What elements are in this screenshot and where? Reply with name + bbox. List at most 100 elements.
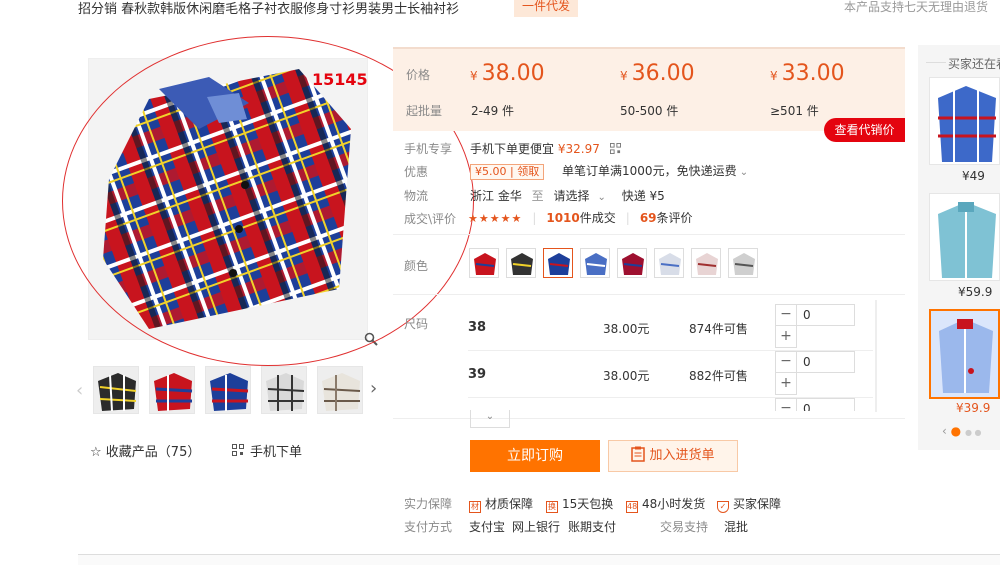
product-code-label: 15145	[312, 70, 368, 89]
divider	[393, 234, 905, 235]
product-title: 招分销 春秋款韩版休闲磨毛格子衬衣服修身寸衫男装男士长袖衬衫	[78, 2, 460, 17]
exchange-icon: 换	[546, 501, 558, 513]
size-stock: 882件可售	[689, 369, 748, 383]
shipping-icon: 48	[626, 501, 638, 513]
color-swatch-1[interactable]	[469, 248, 499, 278]
recommend-item-1[interactable]	[929, 77, 1000, 165]
mobile-order-label: 手机下单	[250, 445, 303, 460]
logistics-value: 浙江 金华 至 请选择 ⌄ 快递 ¥5	[470, 189, 665, 203]
thumbnail-3[interactable]	[205, 366, 251, 414]
mobile-exclusive-label: 手机专享	[404, 142, 453, 156]
dropship-price-button[interactable]: 查看代销价	[824, 118, 905, 142]
price-tier-1: ¥38.00	[470, 61, 545, 86]
divider	[926, 62, 946, 63]
guarantee-shipping[interactable]: 48 48小时发货	[626, 495, 705, 513]
pay-online-bank: 网上银行	[512, 520, 561, 534]
quantity-input[interactable]: 0	[797, 304, 855, 326]
size-price: 38.00元	[603, 369, 650, 383]
pay-alipay: 支付宝	[469, 520, 506, 534]
thumbnail-1[interactable]	[93, 366, 139, 414]
promo-label: 优惠	[404, 165, 429, 179]
tier-2-range: 50-500 件	[620, 104, 679, 118]
favorite-label: 收藏产品（75）	[105, 445, 201, 460]
size-name: 39	[468, 367, 487, 382]
quantity-input[interactable]: 0	[797, 351, 855, 373]
color-swatch-5[interactable]	[617, 248, 647, 278]
color-swatch-3[interactable]	[543, 248, 573, 278]
price-tier-3: ¥33.00	[770, 61, 845, 86]
payment-label: 支付方式	[404, 520, 453, 534]
guarantee-material[interactable]: 材材质保障	[469, 495, 533, 513]
size-stock: 874件可售	[689, 322, 748, 336]
thumbnail-5[interactable]	[317, 366, 363, 414]
quantity-input[interactable]: 0	[797, 398, 855, 411]
recommend-title: 买家还在看	[948, 57, 1000, 71]
trade-support-value: 混批	[724, 520, 749, 534]
shirt-image	[89, 59, 367, 339]
logistics-label: 物流	[404, 189, 429, 203]
color-label: 颜色	[404, 259, 429, 273]
rating-stars: ★★★★★	[468, 212, 523, 225]
color-swatch-6[interactable]	[654, 248, 684, 278]
quantity-stepper: − 0 +	[775, 304, 855, 348]
add-to-cart-button[interactable]: 加入进货单	[608, 440, 738, 472]
color-swatch-2[interactable]	[506, 248, 536, 278]
decrement-button[interactable]: −	[775, 351, 797, 373]
quantity-stepper: − 0 +	[775, 351, 855, 395]
material-icon: 材	[469, 501, 481, 513]
decrement-button[interactable]: −	[775, 398, 797, 411]
zoom-icon[interactable]	[364, 332, 378, 346]
guarantee-exchange[interactable]: 换 15天包换	[546, 495, 613, 513]
deals-value: ★★★★★ | 1010件成交 | 69条评价	[468, 211, 693, 225]
color-swatch-4[interactable]	[580, 248, 610, 278]
divider	[393, 294, 905, 295]
tier-3-range: ≥501 件	[770, 104, 819, 118]
size-label: 尺码	[404, 317, 429, 331]
trade-support-label: 交易支持	[660, 520, 709, 534]
deals-label: 成交\评价	[404, 212, 457, 226]
color-swatch-7[interactable]	[691, 248, 721, 278]
main-product-image[interactable]	[88, 58, 368, 340]
buy-now-button[interactable]: 立即订购	[470, 440, 600, 472]
recommend-item-2[interactable]	[929, 193, 1000, 281]
size-price: 38.00元	[603, 322, 650, 336]
price-label: 价格	[406, 68, 431, 82]
mobile-order-button[interactable]: 手机下单	[232, 441, 302, 460]
shield-icon: ✓	[717, 501, 729, 513]
increment-button[interactable]: +	[775, 373, 797, 395]
moq-label: 起批量	[406, 104, 443, 118]
promo-value: ¥5.00 | 领取 单笔订单满1000元，免快递运费 ⌄	[470, 162, 748, 180]
bottom-bar	[78, 554, 1000, 565]
thumbnail-strip	[78, 366, 384, 418]
quantity-stepper: − 0	[775, 398, 855, 411]
increment-button[interactable]: +	[775, 326, 797, 348]
return-policy-note: 本产品支持七天无理由退货	[843, 0, 988, 14]
size-name: 38	[468, 320, 487, 335]
qr-code-icon	[232, 444, 244, 460]
qr-code-icon[interactable]	[609, 143, 621, 157]
pay-credit: 账期支付	[568, 520, 617, 534]
decrement-button[interactable]: −	[775, 304, 797, 326]
guarantee-buyer[interactable]: ✓ 买家保障	[717, 495, 781, 513]
color-swatch-8[interactable]	[728, 248, 758, 278]
tier-1-range: 2-49 件	[471, 104, 515, 118]
recommend-pager[interactable]: ‹ ● ● ●	[942, 424, 981, 438]
thumb-next-icon[interactable]: ›	[370, 378, 377, 399]
thumbnail-2[interactable]	[149, 366, 195, 414]
destination-select[interactable]: 请选择 ⌄	[554, 189, 606, 203]
prev-arrow-icon[interactable]: ‹	[942, 424, 947, 438]
expand-sizes-button[interactable]: ⌄	[470, 410, 510, 428]
mobile-exclusive-value: 手机下单更便宜 ¥32.97	[470, 140, 621, 157]
recommend-price-1: ¥49	[962, 169, 985, 183]
coupon-badge[interactable]: ¥5.00 | 领取	[470, 164, 545, 180]
thumbnail-4[interactable]	[261, 366, 307, 414]
price-tier-2: ¥36.00	[620, 61, 695, 86]
recommend-price-3: ¥39.9	[956, 401, 991, 415]
clipboard-icon	[631, 444, 646, 474]
recommend-price-2: ¥59.9	[958, 285, 993, 299]
size-list-scrollbar[interactable]	[875, 300, 877, 412]
recommend-item-3[interactable]	[929, 309, 1000, 399]
star-outline-icon: ☆	[90, 445, 106, 460]
dropship-tag[interactable]: 一件代发	[514, 0, 579, 17]
favorite-button[interactable]: ☆ 收藏产品（75）	[90, 441, 200, 460]
